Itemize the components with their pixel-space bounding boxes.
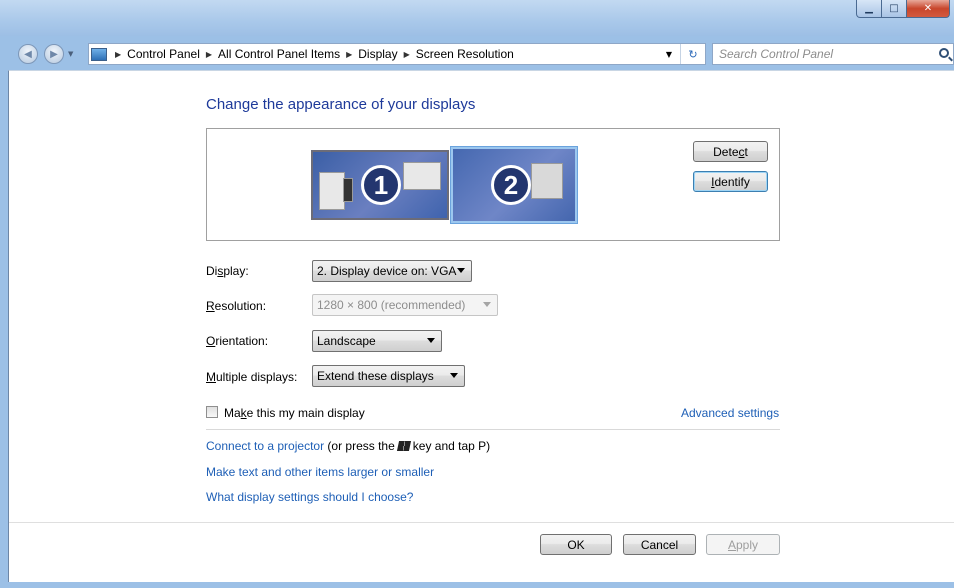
main-display-checkbox-label[interactable]: Make this my main display bbox=[224, 406, 365, 420]
breadcrumb-all-items[interactable]: All Control Panel Items bbox=[218, 47, 340, 61]
monitor-1[interactable]: 1 bbox=[311, 150, 449, 220]
text-size-link[interactable]: Make text and other items larger or smal… bbox=[206, 465, 434, 479]
search-input[interactable] bbox=[719, 47, 919, 61]
address-bar[interactable]: ▶ Control Panel ▶ All Control Panel Item… bbox=[88, 43, 706, 65]
breadcrumb-display[interactable]: Display bbox=[358, 47, 397, 61]
detect-button[interactable]: Dete c t bbox=[693, 141, 768, 162]
recent-pages-dropdown-icon[interactable]: ▼ bbox=[68, 50, 73, 58]
page-title: Change the appearance of your displays bbox=[206, 96, 476, 113]
projector-hint-text-end: key and tap P) bbox=[412, 439, 491, 453]
display-settings-help-link[interactable]: What display settings should I choose? bbox=[206, 490, 413, 504]
breadcrumb-separator-icon[interactable]: ▶ bbox=[115, 50, 121, 59]
window-frame-left bbox=[0, 70, 8, 582]
identify-button[interactable]: Identify bbox=[693, 171, 768, 192]
close-icon: ✕ bbox=[923, 3, 933, 14]
monitor-1-window-thumbnail-icon bbox=[319, 172, 345, 210]
orientation-label: Orientation: bbox=[206, 334, 269, 348]
monitor-2[interactable]: 2 bbox=[451, 147, 577, 223]
monitor-1-number-badge: 1 bbox=[361, 165, 401, 205]
display-label: Display: bbox=[206, 264, 249, 278]
chevron-down-icon bbox=[457, 268, 465, 273]
minimize-icon: ▁ bbox=[865, 3, 873, 14]
search-box[interactable] bbox=[712, 43, 954, 65]
detect-label-rest: t bbox=[744, 144, 748, 159]
projector-hint-text: (or press the bbox=[327, 439, 395, 453]
display-select-value: 2. Display device on: VGA bbox=[317, 264, 457, 278]
orientation-select-value: Landscape bbox=[317, 334, 376, 348]
resolution-select[interactable]: 1280 × 800 (recommended) bbox=[312, 294, 498, 316]
multiple-displays-select-value: Extend these displays bbox=[317, 369, 434, 383]
back-button[interactable]: ◀ bbox=[18, 44, 38, 64]
cancel-button[interactable]: Cancel bbox=[623, 534, 696, 555]
orientation-select[interactable]: Landscape bbox=[312, 330, 442, 352]
navigation-bar: ◀ ▶ ▼ ▶ Control Panel ▶ All Control Pane… bbox=[0, 38, 954, 68]
window-frame-bottom bbox=[0, 582, 954, 588]
divider bbox=[206, 429, 780, 430]
chevron-down-icon bbox=[483, 302, 491, 307]
windows-key-icon bbox=[396, 441, 411, 451]
monitor-2-number-badge: 2 bbox=[491, 165, 531, 205]
apply-button[interactable]: Apply bbox=[706, 534, 780, 555]
resolution-select-value: 1280 × 800 (recommended) bbox=[317, 298, 466, 312]
apply-accesskey: A bbox=[727, 537, 736, 552]
main-display-checkbox[interactable] bbox=[206, 406, 218, 418]
advanced-settings-link[interactable]: Advanced settings bbox=[681, 406, 779, 420]
breadcrumb-separator-icon[interactable]: ▶ bbox=[346, 50, 352, 59]
forward-button[interactable]: ▶ bbox=[44, 44, 64, 64]
breadcrumb-control-panel[interactable]: Control Panel bbox=[127, 47, 200, 61]
multiple-displays-select[interactable]: Extend these displays bbox=[312, 365, 465, 387]
resolution-label: Resolution: bbox=[206, 299, 267, 313]
apply-label: pply bbox=[736, 537, 759, 552]
display-select[interactable]: 2. Display device on: VGA bbox=[312, 260, 472, 282]
breadcrumb: ▶ Control Panel ▶ All Control Panel Item… bbox=[113, 47, 514, 61]
monitor-1-app-thumbnail-icon bbox=[403, 162, 441, 190]
multiple-displays-label: Multiple displays: bbox=[206, 370, 298, 384]
chevron-down-icon bbox=[427, 338, 435, 343]
breadcrumb-separator-icon[interactable]: ▶ bbox=[206, 50, 212, 59]
projector-row: Connect to a projector (or press the key … bbox=[206, 439, 490, 453]
breadcrumb-separator-icon[interactable]: ▶ bbox=[404, 50, 410, 59]
chevron-down-icon bbox=[450, 373, 458, 378]
refresh-icon[interactable]: ↻ bbox=[680, 44, 705, 64]
forward-arrow-icon: ▶ bbox=[50, 48, 58, 60]
address-dropdown-icon[interactable]: ▼ bbox=[661, 44, 677, 64]
title-bar: ▁ □ ✕ bbox=[0, 0, 954, 36]
back-arrow-icon: ◀ bbox=[24, 48, 32, 60]
monitor-arrangement-panel: 1 2 Dete c t Identify bbox=[206, 128, 780, 241]
maximize-icon: □ bbox=[889, 3, 899, 14]
search-icon[interactable] bbox=[939, 48, 949, 58]
monitor-2-app-thumbnail-icon bbox=[531, 163, 563, 199]
ok-button[interactable]: OK bbox=[540, 534, 612, 555]
identify-label: dentify bbox=[714, 174, 750, 189]
maximize-button[interactable]: □ bbox=[882, 0, 907, 18]
breadcrumb-screen-resolution[interactable]: Screen Resolution bbox=[416, 47, 514, 61]
detect-label: Dete bbox=[713, 144, 739, 159]
minimize-button[interactable]: ▁ bbox=[856, 0, 882, 18]
control-panel-icon bbox=[91, 47, 107, 61]
footer-divider bbox=[9, 522, 954, 523]
connect-projector-link[interactable]: Connect to a projector bbox=[206, 439, 324, 453]
window-controls: ▁ □ ✕ bbox=[856, 0, 950, 18]
close-button[interactable]: ✕ bbox=[907, 0, 950, 18]
monitor-1-tower-icon bbox=[343, 178, 353, 202]
